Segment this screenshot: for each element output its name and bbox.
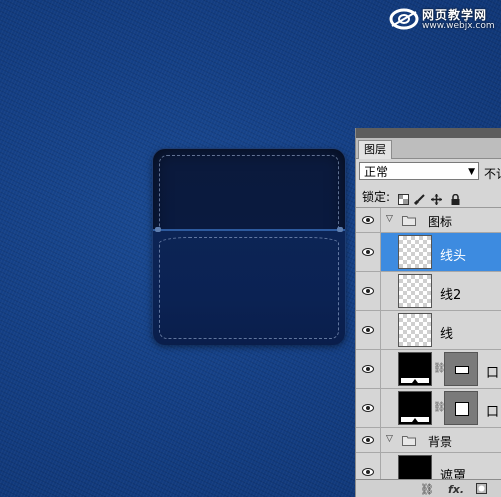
eye-icon[interactable] bbox=[362, 248, 374, 256]
tab-layers[interactable]: 图层 bbox=[358, 140, 392, 159]
add-mask-icon[interactable] bbox=[476, 483, 487, 497]
blend-mode-select[interactable]: 正常 ▼ bbox=[359, 162, 479, 180]
chevron-down-icon: ▼ bbox=[468, 167, 475, 177]
blend-mode-value: 正常 bbox=[364, 165, 389, 179]
eye-icon[interactable] bbox=[362, 326, 374, 334]
thumbnail-marker bbox=[412, 418, 418, 422]
eye-icon[interactable] bbox=[362, 365, 374, 373]
lock-all-icon[interactable] bbox=[450, 190, 461, 205]
layer-mask-thumbnail[interactable] bbox=[444, 391, 478, 425]
panel-tab-row: 图层 bbox=[356, 138, 501, 159]
layer-row[interactable]: 线头 bbox=[356, 233, 501, 272]
layer-thumbnail bbox=[398, 313, 432, 347]
panel-title-bar[interactable] bbox=[356, 128, 501, 138]
lock-move-icon[interactable] bbox=[431, 190, 442, 205]
lock-row: 锁定: bbox=[356, 185, 501, 208]
layers-panel: 图层 正常 ▼ 不记 锁定: ▽ 图标 bbox=[355, 128, 501, 497]
lock-transparent-icon[interactable] bbox=[398, 190, 409, 205]
eye-icon[interactable] bbox=[362, 216, 374, 224]
layer-thumbnail bbox=[398, 235, 432, 269]
eye-icon[interactable] bbox=[362, 436, 374, 444]
watermark: 网页教学网 www.webjx.com bbox=[388, 4, 500, 34]
group-row-background[interactable]: ▽ 背景 bbox=[356, 428, 501, 453]
layer-row[interactable]: 线2 bbox=[356, 272, 501, 311]
group-row-icons[interactable]: ▽ 图标 bbox=[356, 208, 501, 233]
folder-icon bbox=[402, 216, 416, 226]
layer-name: 线2 bbox=[440, 288, 462, 303]
layer-name: 口 bbox=[486, 366, 500, 381]
visibility-cell[interactable] bbox=[356, 311, 381, 349]
link-layers-icon[interactable]: ⛓ bbox=[420, 483, 434, 496]
pocket-flap-stitching bbox=[159, 237, 339, 339]
visibility-cell[interactable] bbox=[356, 272, 381, 310]
group-name: 图标 bbox=[428, 215, 453, 229]
layer-thumbnail bbox=[398, 391, 432, 425]
visibility-cell[interactable] bbox=[356, 208, 381, 232]
expand-triangle-icon[interactable]: ▽ bbox=[386, 434, 393, 444]
layer-row[interactable]: ⛓ 口 bbox=[356, 350, 501, 389]
pocket-rivet-left bbox=[155, 227, 161, 232]
pocket-flap bbox=[153, 229, 345, 345]
blend-mode-row: 正常 ▼ 不记 bbox=[356, 159, 501, 185]
lock-paint-icon[interactable] bbox=[413, 190, 425, 206]
layer-thumbnail bbox=[398, 274, 432, 308]
mask-shape bbox=[455, 402, 469, 416]
pocket-icon-artwork bbox=[153, 149, 345, 345]
visibility-cell[interactable] bbox=[356, 233, 381, 271]
layer-name: 线 bbox=[440, 327, 454, 342]
eye-icon[interactable] bbox=[362, 287, 374, 295]
layer-name: 线头 bbox=[440, 249, 467, 264]
watermark-logo-icon bbox=[389, 8, 419, 30]
opacity-label: 不记 bbox=[484, 167, 501, 181]
layer-mask-thumbnail[interactable] bbox=[444, 352, 478, 386]
mask-shape bbox=[455, 366, 469, 374]
pocket-rivet-right bbox=[337, 227, 343, 232]
lock-label: 锁定: bbox=[362, 190, 391, 204]
eye-icon[interactable] bbox=[362, 468, 374, 476]
layer-name: 口 bbox=[486, 405, 500, 420]
expand-triangle-icon[interactable]: ▽ bbox=[386, 214, 393, 224]
thumbnail-marker bbox=[412, 379, 418, 383]
layer-row[interactable]: 线 bbox=[356, 311, 501, 350]
watermark-url: www.webjx.com bbox=[422, 21, 495, 31]
group-name: 背景 bbox=[428, 435, 453, 449]
visibility-cell[interactable] bbox=[356, 389, 381, 427]
panel-bottom-bar: ⛓ fx. bbox=[356, 479, 501, 497]
visibility-cell[interactable] bbox=[356, 350, 381, 388]
fx-icon[interactable]: fx. bbox=[448, 483, 464, 496]
layer-list: ▽ 图标 线头 线2 线 ⛓ 口 ⛓ 口 ▽ 背景 遮罩 bbox=[356, 208, 501, 492]
layer-thumbnail bbox=[398, 352, 432, 386]
eye-icon[interactable] bbox=[362, 404, 374, 412]
folder-icon bbox=[402, 436, 416, 446]
layer-row[interactable]: ⛓ 口 bbox=[356, 389, 501, 428]
visibility-cell[interactable] bbox=[356, 428, 381, 452]
